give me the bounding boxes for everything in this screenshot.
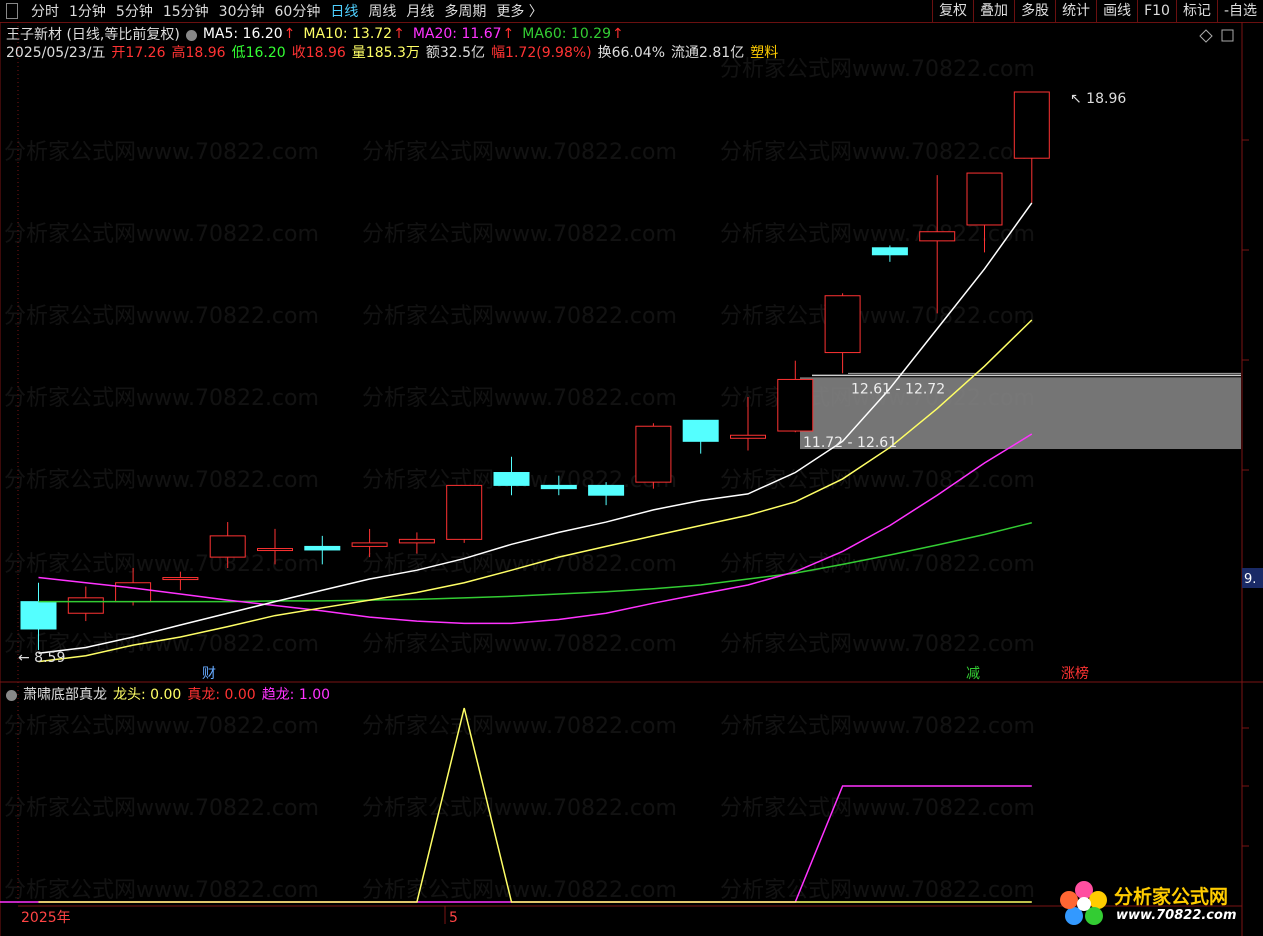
indicator-yellow-line (38, 707, 1032, 903)
candle-body-up (919, 231, 956, 242)
candle-body-down (871, 247, 908, 256)
candle-body-down (493, 472, 530, 486)
low-price-label: ← 8.59 (18, 650, 65, 666)
candle-body-up (635, 425, 672, 483)
marker-cai: 财 (202, 666, 216, 682)
candle-body-up (824, 295, 861, 354)
zone-lower-label: 11.72 - 12.61 (803, 435, 897, 451)
candle-body-up (257, 548, 293, 552)
candle-body-down (540, 484, 577, 490)
logo-url: www.70822.com (1116, 908, 1237, 923)
candle-body-down (20, 601, 57, 630)
marker-zhangbang: 涨榜 (1061, 665, 1089, 682)
candle-body-up (398, 538, 435, 544)
ma60-line (38, 522, 1032, 603)
candle-body-down (588, 484, 625, 496)
candle-body-up (162, 577, 199, 581)
candle-body-up (1013, 91, 1050, 159)
xaxis-month: 5 (449, 910, 458, 926)
candle-body-up (446, 484, 483, 540)
candle-body-up (67, 597, 104, 614)
candle-body-up (777, 378, 814, 432)
ma10-line (38, 319, 1033, 663)
candle-body-up (966, 172, 1003, 226)
xaxis-year: 2025年 (21, 910, 71, 926)
candle-body-up (115, 582, 152, 603)
candle-body-up (351, 542, 388, 547)
kline-chart[interactable]: ↖ 18.96 ← 8.59 12.61 - 12.72 11.72 - 12.61 9… (0, 0, 1263, 936)
flower-logo-icon (1060, 881, 1107, 925)
candle-body-down (304, 545, 341, 551)
diamond-icon (1199, 29, 1213, 43)
candle-body-up (730, 434, 766, 439)
zone-upper-label: 12.61 - 12.72 (851, 381, 945, 397)
square-icon (1221, 29, 1234, 42)
marker-jian: 减 (966, 666, 980, 682)
candle-body-up (209, 535, 246, 558)
logo-title: 分析家公式网 (1114, 886, 1229, 908)
price-axis-value: 9. (1244, 572, 1256, 587)
candle-body-down (682, 419, 719, 442)
high-price-label: ↖ 18.96 (1070, 91, 1126, 107)
indicator-purple-line (38, 785, 1032, 903)
site-logo: 分析家公式网 www.70822.com (1056, 878, 1256, 930)
